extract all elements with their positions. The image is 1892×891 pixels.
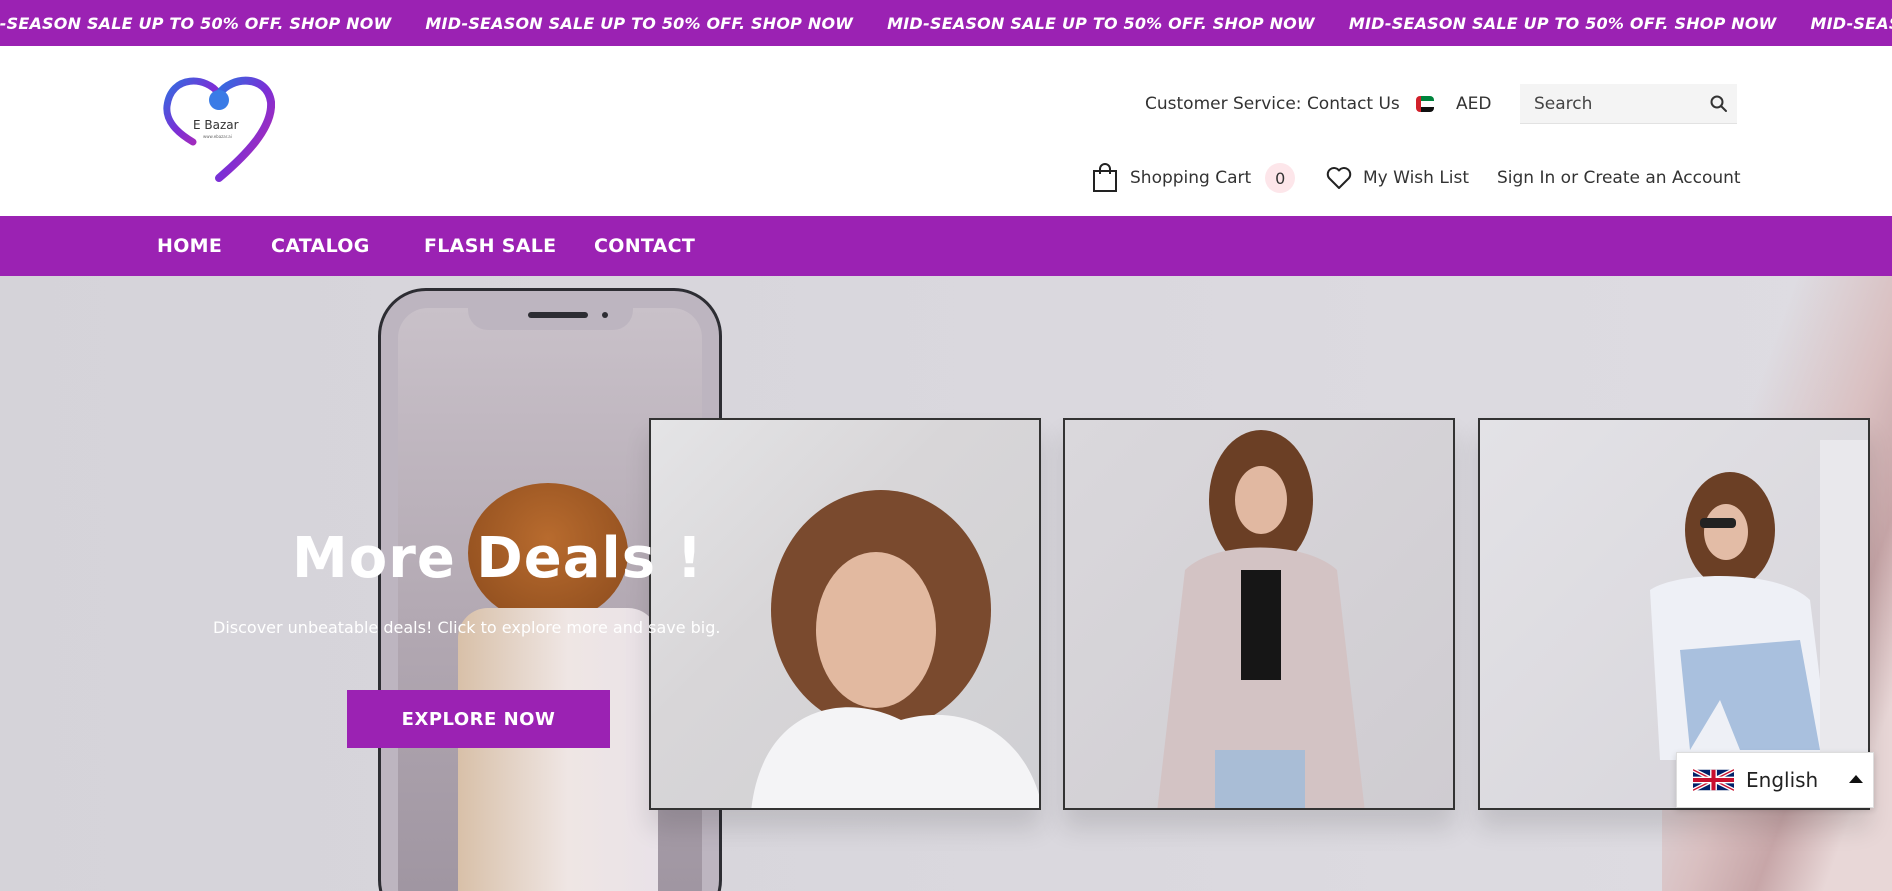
uk-flag-icon	[1693, 767, 1734, 793]
ticker-item[interactable]: MID-SEASON SALE UP TO 50% OFF. SHOP NOW	[887, 14, 1315, 33]
uae-flag-icon[interactable]	[1416, 96, 1434, 112]
customer-service-link[interactable]: Customer Service: Contact Us	[1145, 94, 1400, 114]
nav-item-catalog[interactable]: CATALOG	[271, 216, 370, 276]
ticker-item[interactable]: MID-SEASON SALE UP	[1811, 14, 1892, 33]
hero-banner: More Deals ! Discover unbeatable deals! …	[0, 276, 1892, 891]
logo-subtext: www.ebazar.ai	[203, 134, 232, 139]
caret-up-icon	[1849, 775, 1863, 783]
search-box	[1520, 84, 1737, 124]
wishlist-label: My Wish List	[1363, 168, 1470, 188]
ticker-track: D-SEASON SALE UP TO 50% OFF. SHOP NOW MI…	[0, 0, 1892, 46]
cart-count-badge: 0	[1265, 163, 1296, 193]
currency-switcher[interactable]: AED	[1456, 94, 1491, 114]
search-icon[interactable]	[1709, 94, 1729, 114]
nav-item-contact[interactable]: CONTACT	[594, 216, 695, 276]
ticker-item[interactable]: MID-SEASON SALE UP TO 50% OFF. SHOP NOW	[425, 14, 853, 33]
language-label: English	[1746, 768, 1819, 792]
search-input[interactable]	[1520, 84, 1700, 124]
signin-link[interactable]: Sign In or Create an Account	[1497, 168, 1741, 188]
shopping-bag-icon	[1093, 163, 1117, 192]
model-photo-2	[1063, 418, 1455, 810]
phone-notch	[468, 308, 633, 330]
wishlist-link[interactable]: My Wish List	[1326, 160, 1469, 196]
ticker-item[interactable]: D-SEASON SALE UP TO 50% OFF. SHOP NOW	[0, 14, 391, 33]
announcement-ticker[interactable]: D-SEASON SALE UP TO 50% OFF. SHOP NOW MI…	[0, 0, 1892, 46]
main-nav: HOME CATALOG FLASH SALE CONTACT	[0, 216, 1892, 276]
hero-title: More Deals !	[292, 526, 704, 591]
model-figure-2	[1157, 430, 1365, 808]
site-logo[interactable]: E Bazar www.ebazar.ai	[163, 72, 276, 182]
model-figure-1	[751, 490, 1039, 808]
ticker-item[interactable]: MID-SEASON SALE UP TO 50% OFF. SHOP NOW	[1349, 14, 1777, 33]
cart-label: Shopping Cart	[1130, 168, 1252, 188]
heart-icon	[1326, 167, 1352, 189]
language-selector[interactable]: English	[1676, 752, 1874, 808]
logo-text: E Bazar	[193, 118, 239, 132]
shopping-cart-link[interactable]: Shopping Cart 0	[1092, 160, 1296, 196]
coat-image	[458, 608, 658, 891]
nav-item-home[interactable]: HOME	[157, 216, 222, 276]
model-photo-1	[649, 418, 1041, 810]
explore-now-button[interactable]: EXPLORE NOW	[347, 690, 610, 748]
hero-subtitle: Discover unbeatable deals! Click to expl…	[213, 618, 721, 637]
nav-item-flash-sale[interactable]: FLASH SALE	[424, 216, 556, 276]
site-header: E Bazar www.ebazar.ai Customer Service: …	[0, 46, 1892, 216]
